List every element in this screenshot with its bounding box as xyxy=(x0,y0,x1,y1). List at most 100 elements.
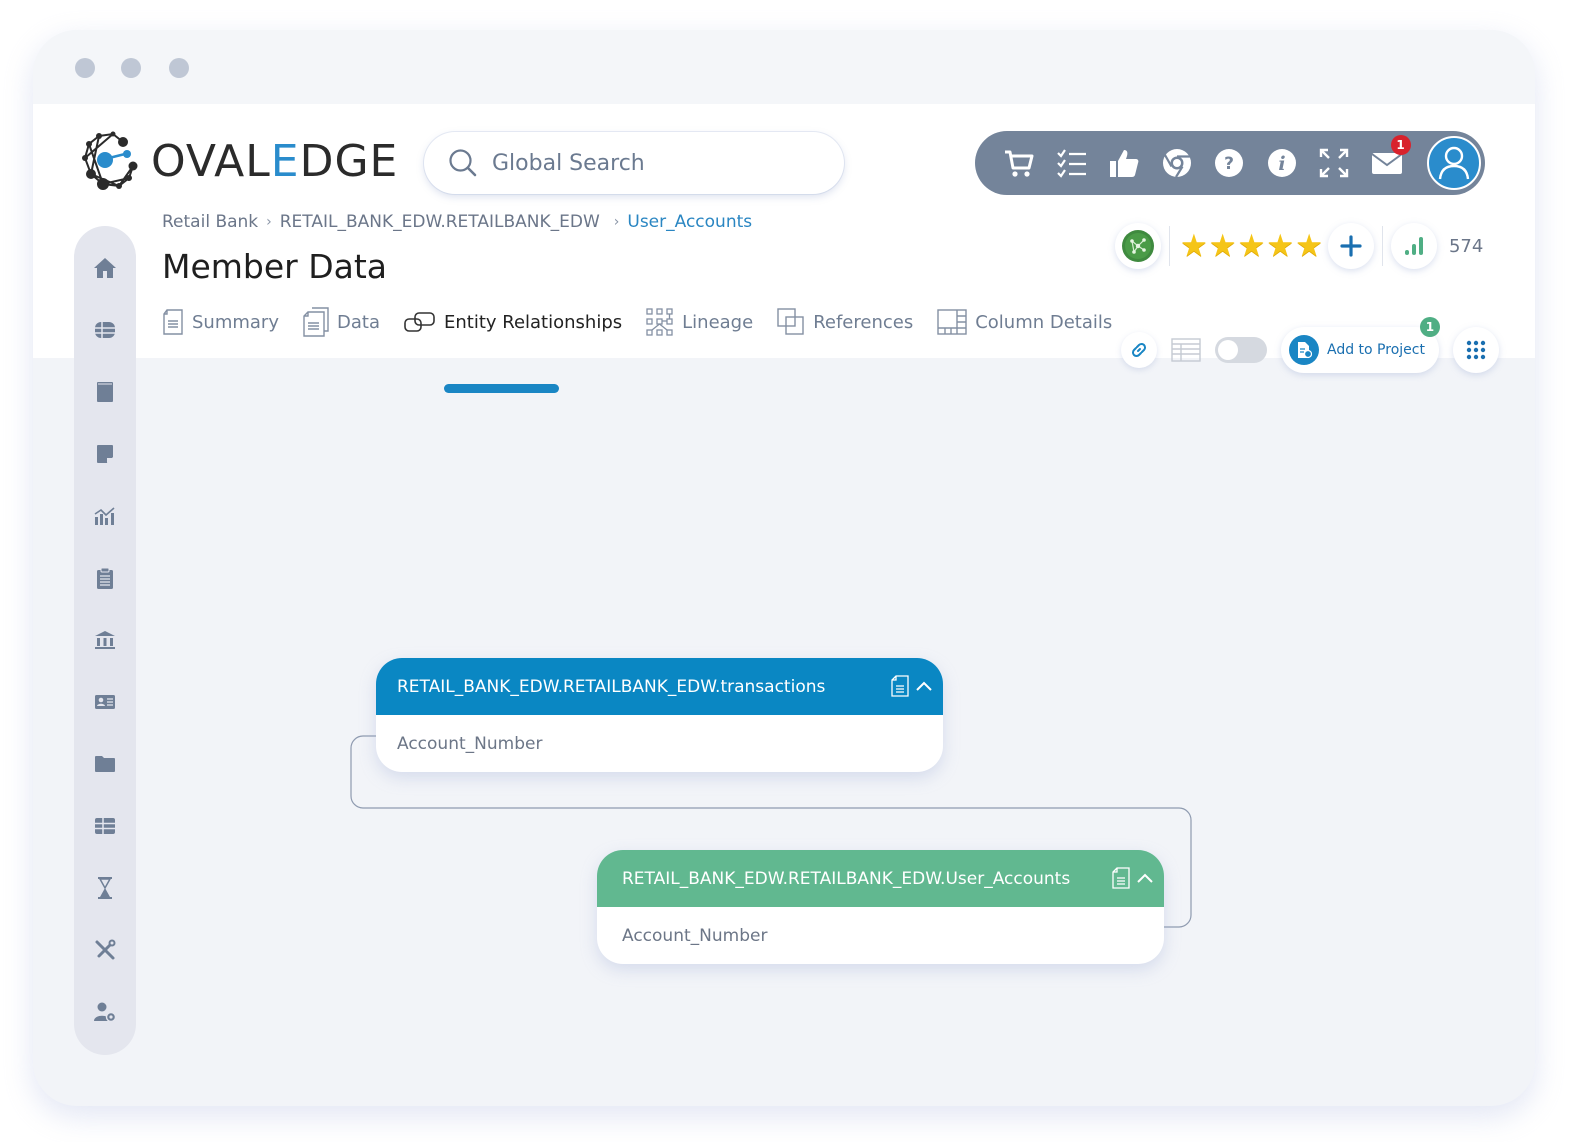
star-rating[interactable]: ★ ★ ★ ★ ★ xyxy=(1180,230,1324,262)
project-count-badge: 1 xyxy=(1419,317,1440,337)
top-toolbar: ? i 1 xyxy=(975,131,1485,195)
global-search-input[interactable] xyxy=(492,150,792,176)
column-details-icon xyxy=(937,309,967,335)
plus-icon xyxy=(1340,235,1362,257)
entity-relationship-icon xyxy=(404,312,435,332)
grid-dots-icon xyxy=(1466,340,1486,360)
help-icon[interactable]: ? xyxy=(1211,145,1247,181)
tab-entity-relationships[interactable]: Entity Relationships xyxy=(404,311,622,333)
tab-bar: Summary Data Entity Relationships Lineag… xyxy=(162,304,1136,340)
institution-icon xyxy=(95,631,115,649)
entity-card-user-accounts[interactable]: RETAIL_BANK_EDW.RETAILBANK_EDW.User_Acco… xyxy=(597,850,1164,964)
more-apps-button[interactable] xyxy=(1452,327,1499,373)
user-avatar[interactable] xyxy=(1427,136,1481,190)
analytics-icon xyxy=(94,507,115,525)
window-maximize-button[interactable] xyxy=(169,58,189,78)
chevron-up-icon[interactable] xyxy=(915,680,933,692)
add-to-project-button[interactable]: Add to Project 1 xyxy=(1281,317,1440,373)
app-header: OVALEDGE ? xyxy=(33,104,1535,393)
sidebar-item-clipboard[interactable] xyxy=(93,566,117,590)
entity-header[interactable]: RETAIL_BANK_EDW.RETAILBANK_EDW.User_Acco… xyxy=(597,850,1164,907)
entity-details-icon[interactable] xyxy=(891,675,909,697)
copy-link-button[interactable] xyxy=(1121,332,1157,368)
thumbs-up-icon[interactable] xyxy=(1106,145,1142,181)
link-icon xyxy=(1131,342,1147,358)
sidebar-item-history[interactable] xyxy=(93,876,117,900)
entity-card-transactions[interactable]: RETAIL_BANK_EDW.RETAILBANK_EDW.transacti… xyxy=(376,658,943,772)
window-minimize-button[interactable] xyxy=(121,58,141,78)
lineage-icon xyxy=(646,308,673,336)
logo-wordmark: OVALEDGE xyxy=(151,135,399,187)
star-icon[interactable]: ★ xyxy=(1295,230,1323,262)
active-tab-indicator xyxy=(444,384,559,393)
page-title: Member Data xyxy=(162,247,388,286)
folder-icon xyxy=(95,756,115,772)
mail-icon[interactable]: 1 xyxy=(1369,135,1411,181)
chrome-icon[interactable] xyxy=(1159,145,1195,181)
tools-icon xyxy=(95,939,116,960)
checklist-icon[interactable] xyxy=(1054,145,1090,181)
entity-column[interactable]: Account_Number xyxy=(597,907,1164,964)
sidebar-item-book[interactable] xyxy=(93,380,117,404)
divider xyxy=(1169,226,1170,266)
logo-network-icon xyxy=(82,131,138,190)
sidebar-item-tools[interactable] xyxy=(93,938,117,962)
sidebar-item-notes[interactable] xyxy=(93,442,117,466)
fullscreen-icon[interactable] xyxy=(1316,145,1352,181)
window-titlebar xyxy=(33,30,1535,104)
clipboard-icon xyxy=(97,567,113,589)
sidebar-item-user-settings[interactable] xyxy=(93,1000,117,1024)
signal-bars-icon xyxy=(1404,237,1423,255)
tab-lineage[interactable]: Lineage xyxy=(646,308,753,336)
home-icon xyxy=(94,258,116,278)
star-icon[interactable]: ★ xyxy=(1209,230,1237,262)
breadcrumb-separator: › xyxy=(613,214,620,230)
star-icon[interactable]: ★ xyxy=(1238,230,1266,262)
ovaledge-logo[interactable]: OVALEDGE xyxy=(79,130,398,192)
breadcrumb-current[interactable]: User_Accounts xyxy=(627,212,752,232)
tab-data[interactable]: Data xyxy=(303,307,380,337)
tab-column-details[interactable]: Column Details xyxy=(937,309,1112,335)
window-close-button[interactable] xyxy=(75,58,95,78)
star-icon[interactable]: ★ xyxy=(1266,230,1294,262)
sidebar-item-analytics[interactable] xyxy=(93,504,117,528)
breadcrumb-item[interactable]: Retail Bank xyxy=(162,212,258,232)
action-row: Add to Project 1 xyxy=(1121,317,1499,373)
certification-badge[interactable] xyxy=(1115,223,1161,269)
view-count: 574 xyxy=(1448,235,1484,257)
book-icon xyxy=(97,382,113,402)
sidebar xyxy=(74,226,136,1055)
sidebar-item-institution[interactable] xyxy=(93,628,117,652)
certified-seal-icon xyxy=(1122,230,1154,262)
table-view-icon[interactable] xyxy=(1171,338,1201,362)
cart-icon[interactable] xyxy=(1001,145,1037,181)
search-icon xyxy=(449,149,477,177)
sidebar-item-tables[interactable] xyxy=(93,814,117,838)
add-document-icon xyxy=(1289,335,1319,365)
mail-notification-badge: 1 xyxy=(1390,135,1411,155)
star-icon[interactable]: ★ xyxy=(1180,230,1208,262)
entity-name: RETAIL_BANK_EDW.RETAILBANK_EDW.transacti… xyxy=(397,676,826,697)
entity-details-icon[interactable] xyxy=(1112,867,1130,889)
entity-column[interactable]: Account_Number xyxy=(376,715,943,772)
view-toggle-switch[interactable] xyxy=(1215,337,1267,363)
hourglass-icon xyxy=(98,877,112,899)
entity-header[interactable]: RETAIL_BANK_EDW.RETAILBANK_EDW.transacti… xyxy=(376,658,943,715)
popularity-button[interactable] xyxy=(1390,223,1437,269)
sidebar-item-contacts[interactable] xyxy=(93,690,117,714)
sidebar-item-home[interactable] xyxy=(93,256,117,280)
tab-references[interactable]: References xyxy=(777,308,913,336)
sidebar-item-folders[interactable] xyxy=(93,752,117,776)
documents-icon xyxy=(303,307,329,337)
info-icon[interactable]: i xyxy=(1264,145,1300,181)
sidebar-item-database[interactable] xyxy=(93,318,117,342)
chevron-up-icon[interactable] xyxy=(1136,872,1154,884)
global-search[interactable] xyxy=(424,132,844,194)
breadcrumb-item[interactable]: RETAIL_BANK_EDW.RETAILBANK_EDW xyxy=(280,212,600,232)
tab-summary[interactable]: Summary xyxy=(162,309,279,335)
document-icon xyxy=(163,309,183,335)
add-rating-button[interactable] xyxy=(1327,223,1374,269)
table-grid-icon xyxy=(95,818,115,834)
note-icon xyxy=(97,445,113,463)
user-settings-icon xyxy=(94,1002,117,1023)
